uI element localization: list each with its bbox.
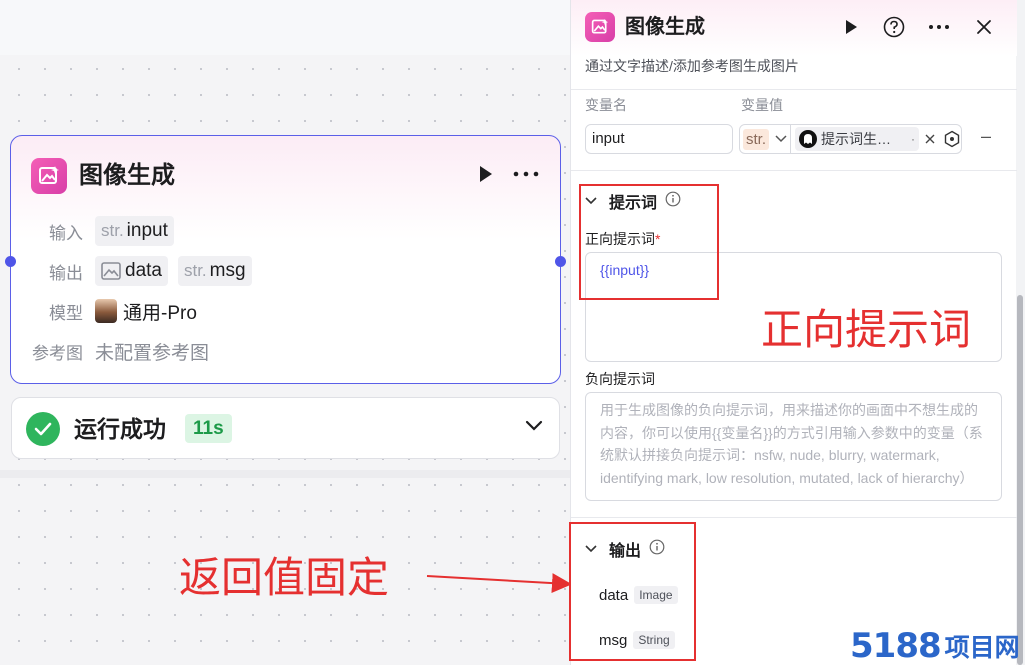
canvas-divider [0,470,570,478]
highlight-box-output [569,522,696,661]
input-name: input [126,220,168,241]
model-value: 通用-Pro [123,302,197,324]
node-model-row: 模型 通用-Pro [11,296,197,326]
annotation-positive-prompt: 正向提示词 [761,306,972,353]
variable-type-select[interactable]: str. [739,124,791,154]
watermark-number: 5188 [850,626,942,665]
column-var-value: 变量值 [741,97,783,113]
variable-value-field[interactable]: 提示词生… · [790,124,962,154]
variable-ref-text: 提示词生… [821,131,891,147]
run-status-text: 运行成功 [74,416,166,442]
divider [571,517,1017,518]
ref-target-icon[interactable] [943,130,961,148]
canvas-top-band [0,0,570,55]
output-msg-name: msg [209,260,246,281]
output-msg-tag: str. msg [177,256,252,286]
run-node-icon[interactable] [475,164,495,189]
watermark-text: 项目网 [944,634,1020,662]
input-type: str. [101,221,124,240]
image-icon [101,262,121,280]
model-avatar [95,299,117,323]
node-input-row: 输入 str. input [11,216,184,246]
help-icon[interactable] [882,15,906,39]
column-var-name: 变量名 [585,97,627,113]
input-label: 输入 [49,223,83,243]
node-avatar-icon [799,130,817,148]
variable-ref-chip[interactable]: 提示词生… · [795,127,919,151]
negative-prompt-textarea[interactable]: 用于生成图像的负向提示词，用来描述你的画面中不想生成的内容，你可以使用{{变量名… [585,392,1002,501]
divider [571,170,1017,171]
node-title: 图像生成 [79,162,175,189]
variable-ref-dot: · [911,132,915,146]
input-tag: str. input [95,216,174,246]
panel-description: 通过文字描述/添加参考图生成图片 [585,58,799,74]
node-more-icon[interactable] [513,164,539,189]
divider [571,89,1017,90]
panel-scrollbar[interactable] [1017,295,1023,665]
image-gen-icon [585,12,615,42]
variable-name-input[interactable]: input [585,124,733,154]
watermark: 5188 项目网 [850,626,1020,665]
panel-title: 图像生成 [625,16,705,38]
highlight-box-prompt [579,184,719,300]
image-gen-icon [31,158,67,194]
chevron-down-icon [775,135,787,143]
remove-variable-button[interactable]: – [981,126,991,147]
success-check-icon [26,412,60,446]
image-gen-node[interactable]: 图像生成 输入 str. input 输出 data str. msg 模型 通… [5,135,566,384]
output-data-tag: data [95,256,168,286]
run-time-badge: 11s [185,414,232,443]
output-label: 输出 [49,263,83,283]
chevron-down-icon[interactable] [524,419,544,438]
node-output-row: 输出 data str. msg [11,256,262,286]
close-icon[interactable] [972,15,996,39]
play-icon[interactable] [839,15,863,39]
clear-ref-icon[interactable] [925,134,935,144]
node-ref-row: 参考图 未配置参考图 [11,336,209,366]
output-port[interactable] [555,256,566,267]
ref-value: 未配置参考图 [95,342,210,364]
ref-label: 参考图 [32,343,83,363]
output-msg-type: str. [183,261,207,280]
variable-type: str. [743,128,770,150]
more-icon[interactable] [927,15,951,39]
negative-prompt-label: 负向提示词 [585,371,655,387]
model-label: 模型 [49,303,83,323]
workflow-canvas[interactable]: 图像生成 输入 str. input 输出 data str. msg 模型 通… [0,0,570,665]
annotation-fixed-return: 返回值固定 [179,554,390,601]
output-data-name: data [125,260,162,281]
run-status-bar[interactable]: 运行成功 11s [11,397,560,459]
panel-header: 图像生成 [571,0,1017,56]
